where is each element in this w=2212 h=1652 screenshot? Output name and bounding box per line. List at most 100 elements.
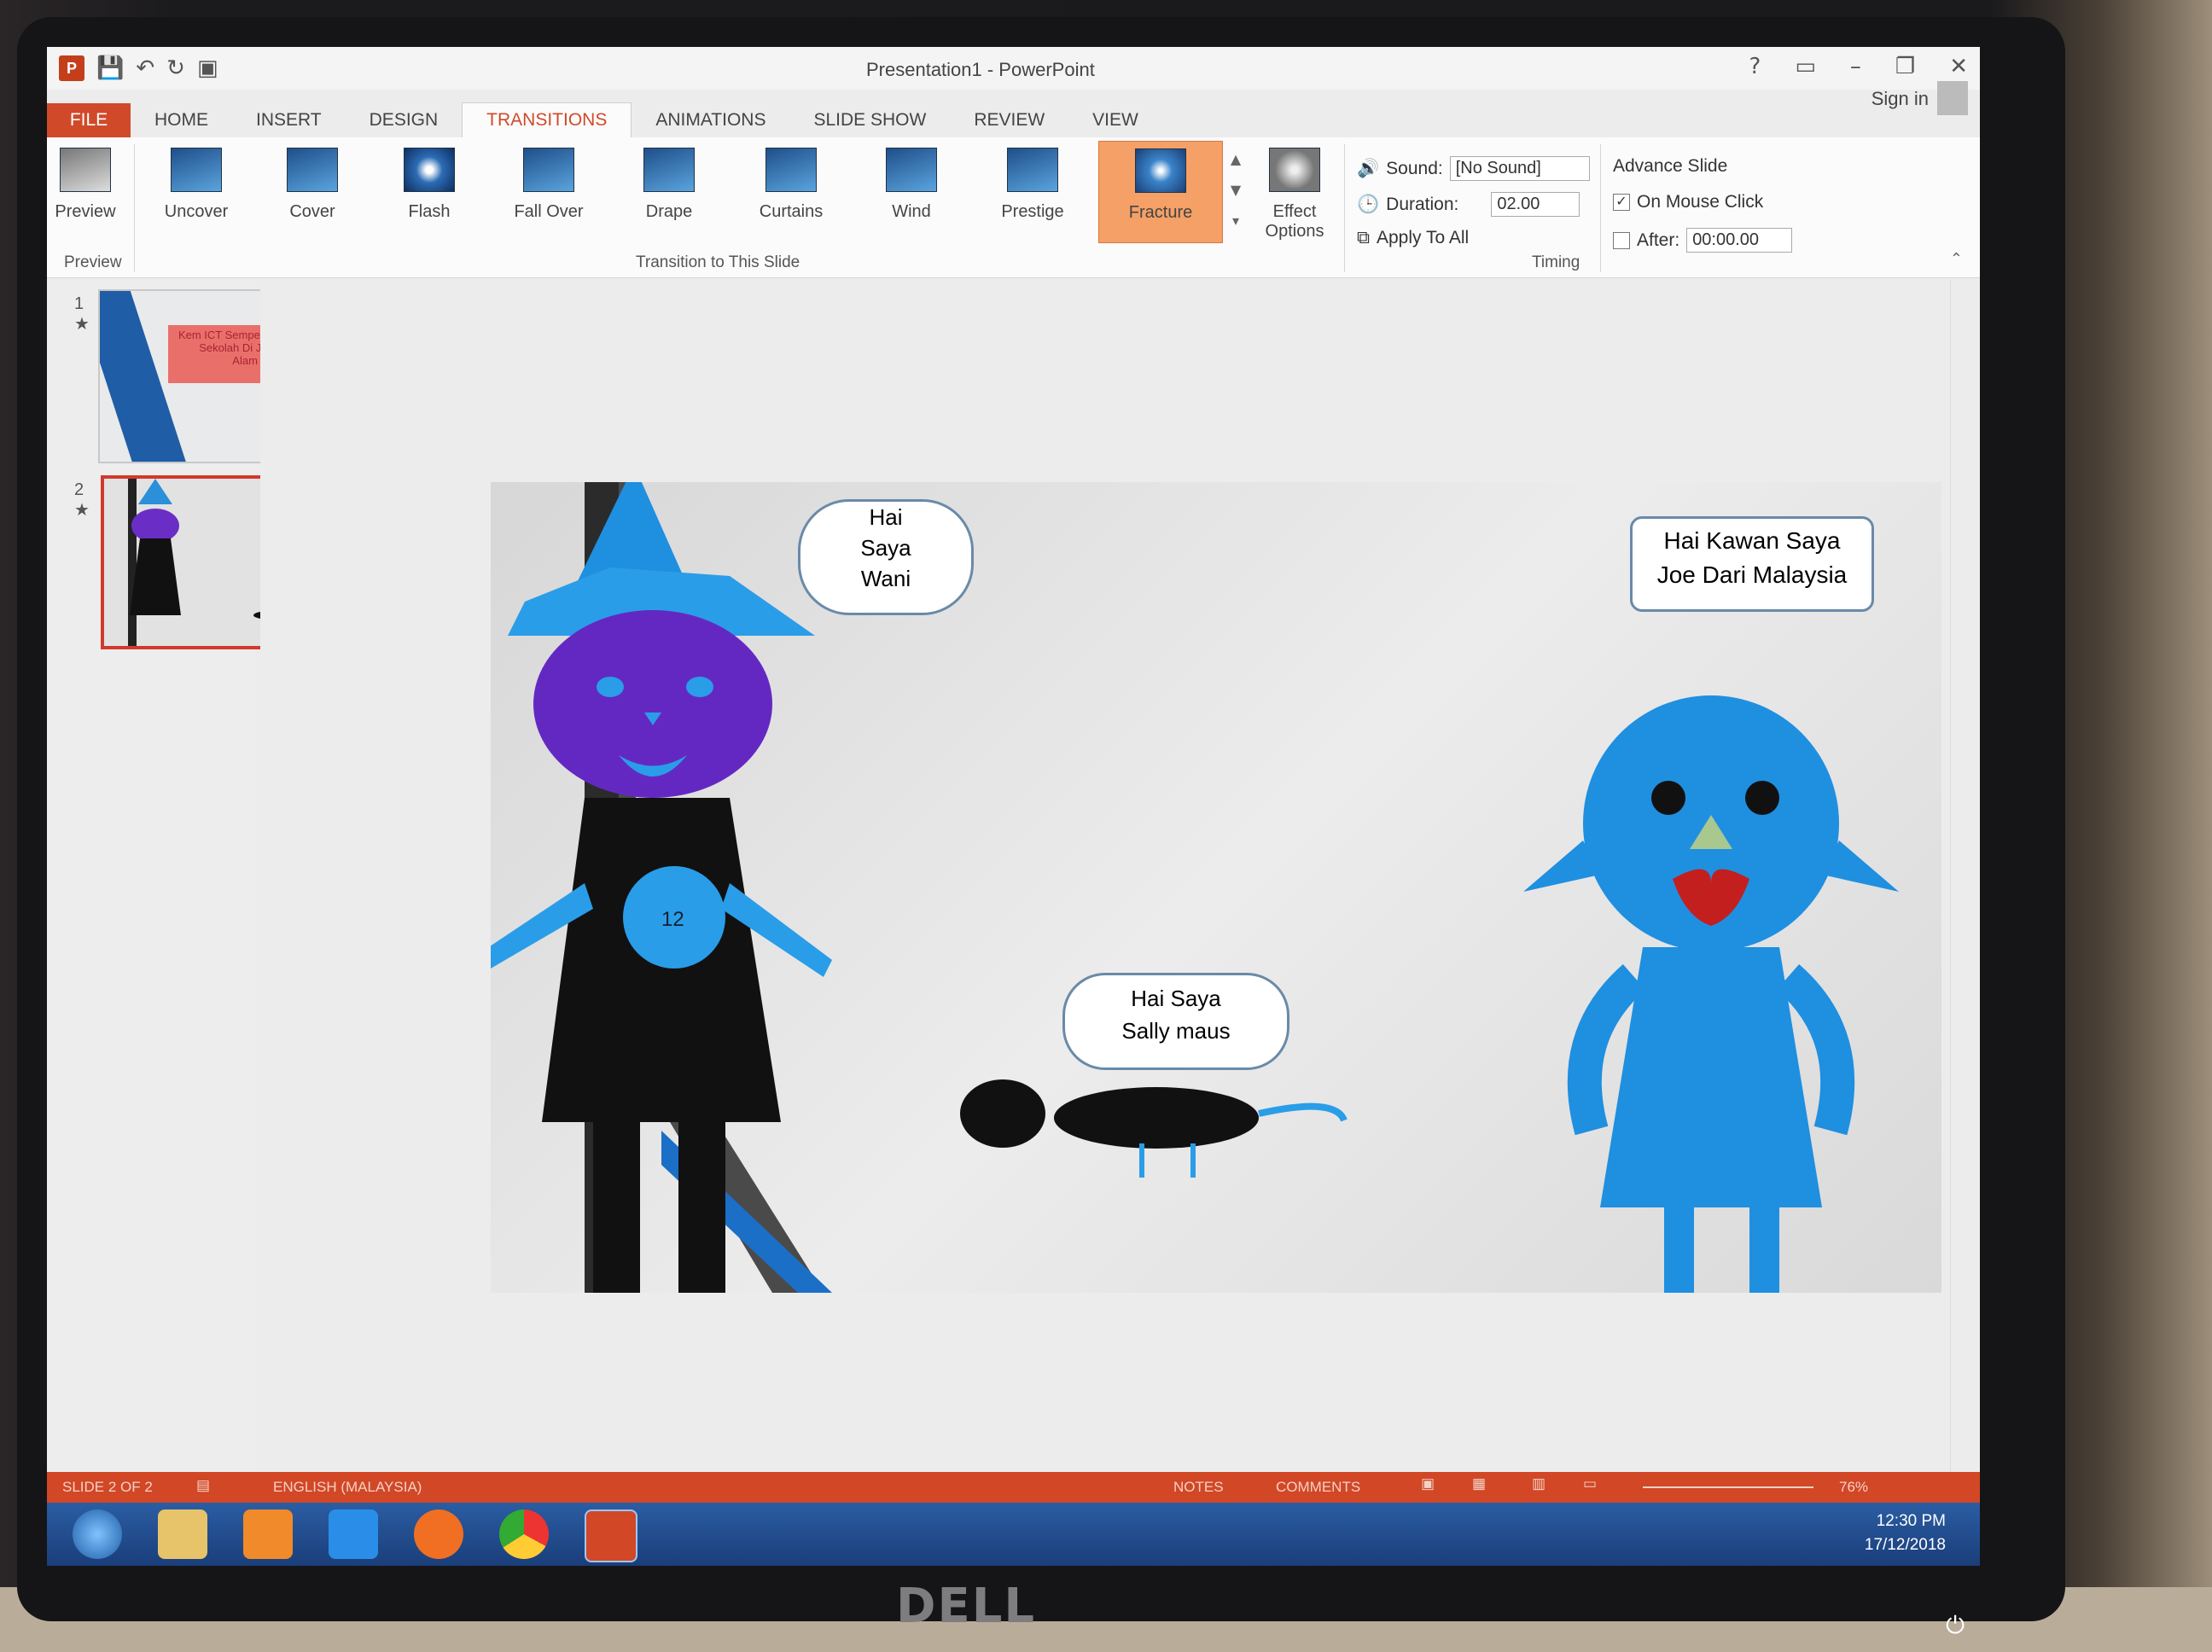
slideshow-icon[interactable]: ▭ [1583, 1475, 1597, 1492]
tab-file[interactable]: FILE [47, 103, 131, 137]
normal-view-icon[interactable]: ▣ [1421, 1475, 1435, 1492]
clock-icon: 🕒 [1357, 194, 1380, 214]
timing-group-label: Timing [1532, 253, 1580, 271]
language[interactable]: ENGLISH (MALAYSIA) [273, 1479, 422, 1496]
tab-slide-show[interactable]: SLIDE SHOW [789, 103, 950, 137]
powerpoint-app-icon[interactable]: P [59, 55, 84, 81]
spellcheck-icon[interactable]: ▤ [196, 1477, 210, 1494]
present-icon[interactable]: ▣ [197, 55, 218, 81]
ribbon-tabs: FILE HOME INSERT DESIGN TRANSITIONS ANIM… [47, 100, 1980, 137]
transition-wind[interactable]: Wind [864, 148, 958, 241]
transition-label: Flash [408, 202, 451, 221]
slide-canvas[interactable]: 12 Hai Saya Wani Hai Kawan Saya Joe Dari… [491, 482, 1941, 1293]
group-separator [134, 144, 135, 272]
tab-transitions[interactable]: TRANSITIONS [462, 102, 632, 137]
file-explorer-icon[interactable] [158, 1509, 207, 1559]
tab-insert[interactable]: INSERT [232, 103, 346, 137]
minimize-icon[interactable]: – [1850, 54, 1861, 79]
save-icon[interactable]: 💾 [96, 55, 124, 81]
powerpoint-taskbar-icon[interactable] [585, 1509, 637, 1562]
comments-button[interactable]: COMMENTS [1276, 1479, 1360, 1496]
collapse-ribbon-icon[interactable]: ⌃ [1950, 250, 1963, 268]
vertical-scrollbar[interactable] [1950, 279, 1976, 1472]
fall-over-icon [523, 148, 574, 192]
after-checkbox[interactable] [1613, 231, 1630, 249]
screen: P 💾 ↶ ↻ ▣ Presentation1 - PowerPoint ? ▭… [47, 47, 1980, 1566]
gallery-scroll[interactable]: ▲ ▼ ▾ [1226, 144, 1245, 238]
apply-all-button[interactable]: Apply To All [1377, 228, 1469, 248]
transition-label: Wind [892, 202, 931, 221]
effect-options-icon [1269, 148, 1320, 192]
thumb-number: 2 [74, 480, 84, 499]
window-title: Presentation1 - PowerPoint [866, 59, 1095, 80]
ribbon-display-icon[interactable]: ▭ [1795, 54, 1816, 79]
preview-button[interactable]: Preview [47, 148, 124, 241]
power-button-icon[interactable]: ⏻ [1946, 1611, 1971, 1639]
tab-animations[interactable]: ANIMATIONS [632, 103, 789, 137]
redo-icon[interactable]: ↻ [166, 55, 185, 81]
tab-review[interactable]: REVIEW [950, 103, 1068, 137]
firefox-icon[interactable] [414, 1509, 463, 1559]
start-button-icon[interactable] [73, 1509, 122, 1559]
sound-row: 🔊 Sound: [No Sound] [1357, 156, 1590, 181]
wind-icon [886, 148, 937, 192]
apply-all-icon: ⧉ [1357, 228, 1370, 247]
help-icon[interactable]: ? [1749, 54, 1761, 79]
after-field[interactable]: 00:00.00 [1686, 228, 1793, 253]
flash-icon [404, 148, 455, 192]
advance-slide-label: Advance Slide [1613, 156, 1728, 176]
bubble-line: Hai [869, 504, 903, 530]
transition-label: Drape [645, 202, 693, 221]
undo-icon[interactable]: ↶ [136, 55, 154, 81]
on-mouse-click-label: On Mouse Click [1637, 192, 1764, 212]
clock-time: 12:30 PM [1876, 1512, 1946, 1530]
bubble-line: Hai Kawan Saya [1663, 527, 1841, 554]
quick-access-toolbar: P 💾 ↶ ↻ ▣ [59, 55, 218, 81]
on-mouse-click-checkbox[interactable]: ✓ [1613, 194, 1630, 211]
transition-label: Prestige [1001, 202, 1064, 221]
transition-drape[interactable]: Drape [622, 148, 716, 241]
after-row: After: 00:00.00 [1613, 228, 1793, 253]
tab-view[interactable]: VIEW [1068, 103, 1162, 137]
apply-all-row[interactable]: ⧉ Apply To All [1357, 228, 1469, 248]
tab-home[interactable]: HOME [131, 103, 232, 137]
prestige-icon [1007, 148, 1058, 192]
zoom-level[interactable]: 76% [1839, 1479, 1868, 1496]
reading-view-icon[interactable]: ▥ [1532, 1475, 1545, 1492]
speech-bubble-wani[interactable]: Hai Saya Wani [798, 499, 974, 615]
zoom-slider[interactable] [1643, 1486, 1813, 1488]
transition-cover[interactable]: Cover [265, 148, 359, 241]
system-clock[interactable]: 12:30 PM 17/12/2018 [1865, 1509, 1946, 1557]
transition-uncover[interactable]: Uncover [149, 148, 243, 241]
tab-design[interactable]: DESIGN [346, 103, 463, 137]
sound-select[interactable]: [No Sound] [1449, 156, 1590, 181]
duration-field[interactable]: 02.00 [1491, 192, 1580, 217]
speech-bubble-joe[interactable]: Hai Kawan Saya Joe Dari Malaysia [1630, 516, 1874, 612]
after-label: After: [1637, 230, 1680, 250]
media-player-icon[interactable] [243, 1509, 293, 1559]
uncover-icon [171, 148, 222, 192]
preview-group-label: Preview [64, 253, 122, 271]
notes-button[interactable]: NOTES [1173, 1479, 1224, 1496]
transition-curtains[interactable]: Curtains [744, 148, 838, 241]
maximize-icon[interactable]: ❐ [1895, 54, 1915, 79]
transition-label: Uncover [164, 202, 229, 221]
effect-options-label: Effect Options [1265, 202, 1324, 241]
speech-bubble-sally[interactable]: Hai Saya Sally maus [1062, 973, 1289, 1070]
internet-explorer-icon[interactable] [329, 1509, 378, 1559]
speaker-icon: 🔊 [1357, 158, 1380, 178]
transition-fracture[interactable]: Fracture [1098, 141, 1223, 243]
transition-fall-over[interactable]: Fall Over [502, 148, 596, 241]
ribbon: Preview Preview Uncover Cover Flash Fall… [47, 137, 1980, 278]
close-icon[interactable]: ✕ [1949, 54, 1968, 79]
on-mouse-click-row: ✓ On Mouse Click [1613, 192, 1763, 212]
bubble-line: Saya [860, 535, 911, 561]
chrome-icon[interactable] [499, 1509, 549, 1559]
preview-icon [60, 148, 111, 192]
effect-options-button[interactable]: Effect Options [1252, 148, 1337, 241]
slide-sorter-icon[interactable]: ▦ [1472, 1475, 1486, 1492]
transition-prestige[interactable]: Prestige [986, 148, 1080, 241]
transition-flash[interactable]: Flash [382, 148, 476, 241]
cover-icon [287, 148, 338, 192]
badge-text: 12 [661, 908, 684, 931]
